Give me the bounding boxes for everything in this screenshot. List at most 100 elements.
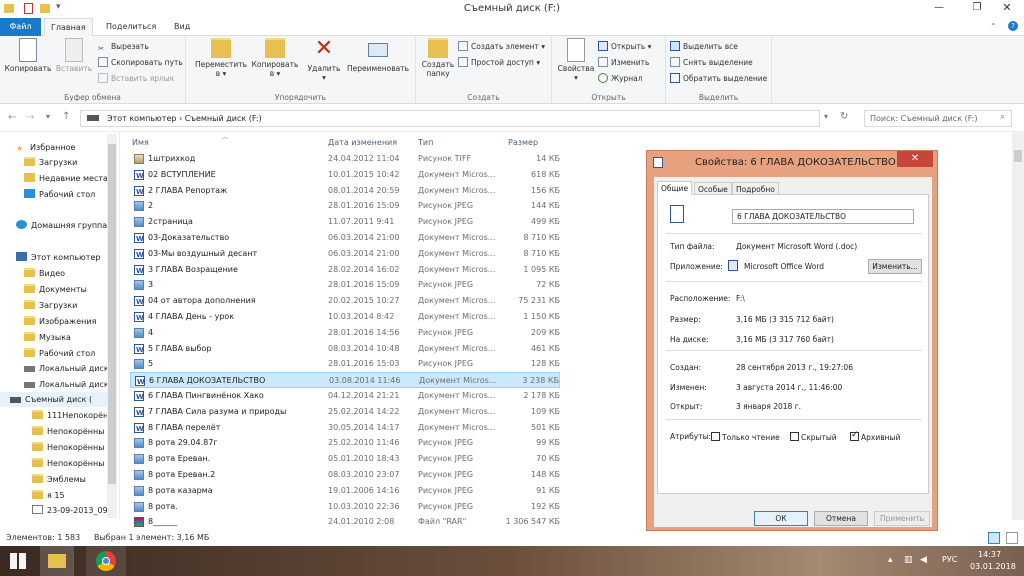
table-row[interactable]: 6 ГЛАВА Пингвинёнок Хако 04.12.2014 21:21…	[130, 388, 560, 405]
apply-button[interactable]: Применить	[874, 511, 930, 526]
nav-homegroup[interactable]: Домашняя группа	[16, 218, 107, 233]
invert-selection-button[interactable]: Обратить выделение	[670, 72, 767, 85]
properties-button[interactable]: Свойства ▾	[556, 38, 596, 82]
windows-start-icon[interactable]	[10, 553, 26, 569]
table-row[interactable]: 8 рота 29.04.87г 25.02.2010 11:46 Рисунок …	[130, 435, 560, 451]
open-button[interactable]: Открыть ▾	[598, 40, 651, 53]
details-view-icon[interactable]	[988, 532, 1000, 544]
new-item-button[interactable]: Создать элемент ▾	[458, 40, 545, 53]
clock-date[interactable]: 03.01.2018	[970, 562, 1016, 571]
tab-view[interactable]: Вид	[168, 18, 196, 36]
large-icons-view-icon[interactable]	[1006, 532, 1018, 544]
nav-removable-disk[interactable]: Съемный диск (	[0, 392, 108, 407]
delete-button[interactable]: ✕ Удалить ▾	[304, 38, 344, 83]
nav-desktop-pc[interactable]: Рабочий стол	[24, 346, 95, 361]
table-row[interactable]: 8 рота. 10.03.2010 22:36 Рисунок JPEG 192 К…	[130, 499, 560, 515]
rename-button[interactable]: Переименовать	[344, 38, 412, 73]
nav-local-disk-1[interactable]: Локальный диск	[24, 361, 109, 376]
archive-checkbox[interactable]: Архивный	[850, 430, 900, 442]
nav-scrollbar[interactable]	[107, 134, 117, 518]
nav-folder[interactable]: Непокорённы	[32, 440, 105, 455]
new-folder-button[interactable]: Создать папку	[420, 38, 456, 78]
history-button[interactable]: Журнал	[598, 72, 643, 85]
table-row[interactable]: 8 рота казарма 19.01.2006 14:16 Рисунок JP…	[130, 483, 560, 499]
easy-access-button[interactable]: Простой доступ ▾	[458, 56, 540, 69]
table-row[interactable]: 3 ГЛАВА Возращение 28.02.2014 16:02 Докуме…	[130, 262, 560, 279]
edit-button[interactable]: Изменить	[598, 56, 649, 69]
recent-dropdown-icon[interactable]: ▾	[46, 112, 50, 121]
table-row[interactable]: 8 рота Ереван. 05.01.2010 18:43 Рисунок JP…	[130, 451, 560, 467]
readonly-checkbox[interactable]: Только чтение	[711, 432, 780, 442]
nav-folder[interactable]: Непокорённы	[32, 456, 105, 471]
tab-general[interactable]: Общие	[657, 181, 693, 195]
nav-video[interactable]: Видео	[24, 266, 65, 281]
language-indicator[interactable]: РУС	[942, 555, 957, 564]
address-dropdown-icon[interactable]: ▾	[824, 112, 828, 121]
explorer-taskbar-button[interactable]	[40, 546, 74, 576]
dialog-close-button[interactable]: ✕	[897, 151, 933, 167]
column-name[interactable]: Имя	[132, 138, 149, 147]
nav-downloads-pc[interactable]: Загрузки	[24, 298, 77, 313]
table-row[interactable]: 8 ГЛАВА перелёт 30.05.2014 14:17 Документ …	[130, 420, 560, 437]
table-row[interactable]: 02 ВСТУПЛЕНИЕ 10.01.2015 10:42 Документ Mi…	[130, 167, 560, 184]
forward-arrow-icon[interactable]: →	[26, 112, 34, 123]
column-size[interactable]: Размер	[508, 138, 538, 147]
filename-input[interactable]: 6 ГЛАВА ДОКОЗАТЕЛЬСТВО	[732, 209, 914, 224]
nav-folder[interactable]: 111Непокорён	[32, 408, 108, 423]
column-date[interactable]: Дата изменения	[328, 138, 397, 147]
tray-arrow-icon[interactable]: ▴	[888, 555, 893, 565]
close-button[interactable]: ✕	[994, 0, 1020, 16]
nav-folder[interactable]: Эмблемы	[32, 472, 86, 487]
paste-button[interactable]: Вставить	[54, 38, 94, 73]
table-row[interactable]: 8______ 24.01.2010 2:08 Файл "RAR" 1 306 54…	[130, 514, 560, 530]
table-row[interactable]: 2 ГЛАВА Репортаж 08.01.2014 20:59 Документ…	[130, 183, 560, 200]
back-arrow-icon[interactable]: ←	[8, 112, 16, 123]
nav-pictures[interactable]: Изображения	[24, 314, 96, 329]
ok-button[interactable]: ОК	[754, 511, 808, 526]
table-row[interactable]: 2 28.01.2016 15:09 Рисунок JPEG 144 КБ	[130, 198, 560, 214]
nav-music[interactable]: Музыка	[24, 330, 71, 345]
tab-home[interactable]: Главная	[44, 18, 93, 37]
tab-file[interactable]: Файл	[0, 18, 41, 36]
table-row[interactable]: 7 ГЛАВА Сила разума и природы 25.02.2014 …	[130, 404, 560, 421]
table-row[interactable]: 03-Мы воздушный десант 06.03.2014 21:00 До…	[130, 246, 560, 263]
clock-time[interactable]: 14:37	[978, 550, 1001, 559]
ribbon-collapse-icon[interactable]: ⌃	[990, 22, 997, 31]
select-all-button[interactable]: Выделить все	[670, 40, 738, 53]
hidden-checkbox[interactable]: Скрытый	[790, 432, 837, 442]
network-icon[interactable]: ▥	[904, 555, 913, 565]
column-type[interactable]: Тип	[418, 138, 433, 147]
nav-folder[interactable]: Непокорённы	[32, 424, 105, 439]
nav-recent[interactable]: Недавние места	[24, 171, 108, 186]
move-to-button[interactable]: Переместить в ▾	[194, 38, 248, 78]
nav-this-pc[interactable]: Этот компьютер	[16, 250, 100, 265]
table-row[interactable]: 1штрихкод 24.04.2012 11:04 Рисунок TIFF 14 …	[130, 151, 560, 167]
change-app-button[interactable]: Изменить...	[868, 259, 922, 274]
table-row[interactable]: 04 от автора дополнения 20.02.2015 10:27 Д…	[130, 293, 560, 310]
help-icon[interactable]: ?	[1008, 21, 1018, 31]
volume-icon[interactable]: ◀	[920, 555, 927, 565]
table-row[interactable]: 4 28.01.2016 14:56 Рисунок JPEG 209 КБ	[130, 325, 560, 341]
minimize-button[interactable]: —	[926, 0, 952, 16]
cancel-button[interactable]: Отмена	[814, 511, 868, 526]
table-row[interactable]: 03-Доказательство 06.03.2014 21:00 Докумен…	[130, 230, 560, 247]
cut-button[interactable]: ✂ Вырезать	[98, 40, 149, 53]
paste-shortcut-button[interactable]: Вставить ярлык	[98, 72, 174, 85]
nav-scrollbar-thumb[interactable]	[108, 144, 116, 484]
tab-share[interactable]: Поделиться	[100, 18, 162, 36]
select-none-button[interactable]: Снять выделение	[670, 56, 753, 69]
copy-to-button[interactable]: Копировать в ▾	[250, 38, 300, 78]
refresh-icon[interactable]: ↻	[840, 111, 848, 122]
table-row[interactable]: 6 ГЛАВА ДОКОЗАТЕЛЬСТВО 03.08.2014 11:46 До…	[130, 372, 560, 390]
nav-file[interactable]: 23-09-2013_09-	[32, 503, 111, 518]
table-row[interactable]: 4 ГЛАВА День - урок 10.03.2014 8:42 Докуме…	[130, 309, 560, 326]
up-arrow-icon[interactable]: ↑	[62, 111, 70, 122]
copy-path-button[interactable]: Скопировать путь	[98, 56, 183, 69]
nav-downloads[interactable]: Загрузки	[24, 155, 77, 170]
list-scrollbar[interactable]	[1012, 132, 1024, 520]
nav-folder[interactable]: я 15	[32, 488, 65, 503]
nav-documents[interactable]: Документы	[24, 282, 87, 297]
nav-desktop[interactable]: Рабочий стол	[24, 187, 95, 202]
table-row[interactable]: 2страница 11.07.2011 9:41 Рисунок JPEG 499 …	[130, 214, 560, 230]
maximize-button[interactable]: ❐	[964, 0, 990, 16]
